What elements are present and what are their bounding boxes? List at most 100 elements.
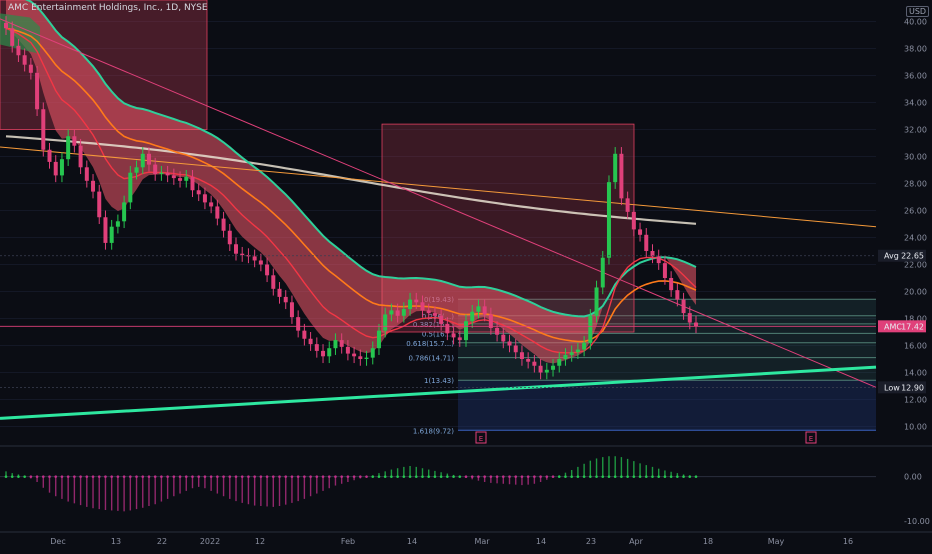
oscillator-dot (414, 475, 418, 478)
oscillator-dot (247, 475, 250, 478)
price-chart[interactable]: 40.00 38.00 36.00 34.00 32.00 30.00 28.00 26.00… (0, 0, 932, 550)
oscillator-dot (110, 475, 113, 478)
time-tick-label: 2022 (200, 537, 220, 546)
price-badge-value: 12.90 (901, 383, 924, 392)
oscillator-dot (290, 475, 294, 478)
candle-body (339, 340, 344, 347)
time-tick-label: 14 (407, 537, 417, 546)
oscillator-dot (184, 475, 188, 478)
candle-body (656, 256, 661, 264)
candle-body (426, 310, 431, 314)
oscillator-dot (73, 475, 76, 478)
oscillator-dot (533, 475, 536, 478)
price-tick-label: 28.00 (904, 180, 927, 189)
oscillator-dot (284, 475, 288, 478)
price-tick-label: 24.00 (904, 234, 927, 243)
candle-body (202, 194, 207, 203)
oscillator-dot (352, 475, 356, 478)
candle-body (370, 348, 375, 358)
candle-body (215, 206, 220, 219)
candle-body (507, 341, 512, 346)
time-tick-label: 13 (111, 537, 121, 546)
oscillator-dot (458, 475, 462, 478)
candle-body (476, 306, 481, 312)
oscillator-dot (141, 475, 145, 478)
candle-body (109, 226, 114, 243)
candle-body (675, 290, 680, 300)
candle-body (66, 136, 71, 160)
price-badge-label: Low (884, 383, 900, 392)
oscillator-dot (439, 475, 443, 478)
oscillator-dot (551, 475, 555, 478)
chart-root[interactable]: 40.00 38.00 36.00 34.00 32.00 30.00 28.00 26.00… (0, 0, 932, 550)
time-tick-label: Apr (629, 537, 644, 546)
oscillator-dot (489, 475, 493, 478)
candle-body (289, 302, 294, 318)
candle-body (4, 22, 8, 29)
oscillator-dot (216, 475, 219, 478)
candle-body (78, 145, 83, 168)
candle-body (495, 327, 500, 335)
time-tick-label: Feb (341, 537, 355, 546)
candle-body (401, 309, 406, 316)
oscillator-dot (557, 475, 561, 478)
oscillator-dot (644, 475, 648, 478)
oscillator-dot (35, 475, 39, 478)
oscillator-dot (315, 475, 319, 478)
oscillator-dot (383, 475, 387, 478)
candle-body (519, 352, 524, 359)
time-tick-label: 14 (536, 537, 546, 546)
candle-body (488, 314, 493, 328)
candle-body (662, 263, 667, 278)
candle-body (613, 153, 618, 183)
currency-label[interactable]: USD (906, 6, 930, 17)
oscillator-dot (688, 475, 692, 478)
price-tick-label: 34.00 (904, 99, 927, 108)
candle-body (47, 149, 52, 162)
candle-body (10, 28, 15, 46)
oscillator-dot (327, 475, 331, 478)
oscillator-dot (271, 475, 275, 478)
candle-body (302, 330, 307, 339)
oscillator-dot (60, 475, 64, 478)
price-tick-label: 16.00 (904, 342, 927, 351)
oscillator-dot (576, 475, 580, 478)
oscillator-dot (595, 475, 598, 478)
candle-body (575, 349, 580, 353)
candle-body (333, 340, 338, 349)
price-tick-label: 10.00 (904, 423, 927, 432)
oscillator-dot (570, 475, 573, 478)
price-tick-label: 26.00 (904, 207, 927, 216)
oscillator-dot (23, 475, 26, 478)
candle-body (588, 315, 593, 343)
candle-body (122, 202, 127, 222)
candle-body (16, 45, 21, 56)
candle-body (694, 322, 698, 327)
oscillator-dot (545, 475, 549, 478)
oscillator-dot (483, 475, 486, 478)
fib-level-label: 0.786(14.71) (408, 355, 454, 363)
candle-body (252, 256, 257, 261)
oscillator-dot (359, 475, 362, 478)
time-tick-label: 22 (157, 537, 167, 546)
candle-body (538, 365, 543, 373)
candle-body (308, 338, 313, 345)
oscillator-dot (589, 475, 592, 478)
oscillator-dot (234, 475, 238, 478)
oscillator-dot (539, 475, 542, 478)
candle-body (464, 321, 468, 341)
oscillator-dot (48, 475, 51, 478)
candle-body (364, 357, 369, 359)
candle-body (669, 278, 674, 291)
candle-body (314, 344, 319, 351)
oscillator-dot (4, 475, 8, 478)
candle-body (327, 348, 332, 357)
oscillator-dot (508, 475, 511, 478)
earnings-marker-label: E (479, 435, 483, 443)
time-tick-label: Mar (474, 537, 490, 546)
candle-body (501, 334, 506, 342)
oscillator-dot (371, 475, 375, 478)
candle-body (41, 109, 46, 150)
candle-body (551, 365, 556, 370)
oscillator-dot (303, 475, 306, 478)
